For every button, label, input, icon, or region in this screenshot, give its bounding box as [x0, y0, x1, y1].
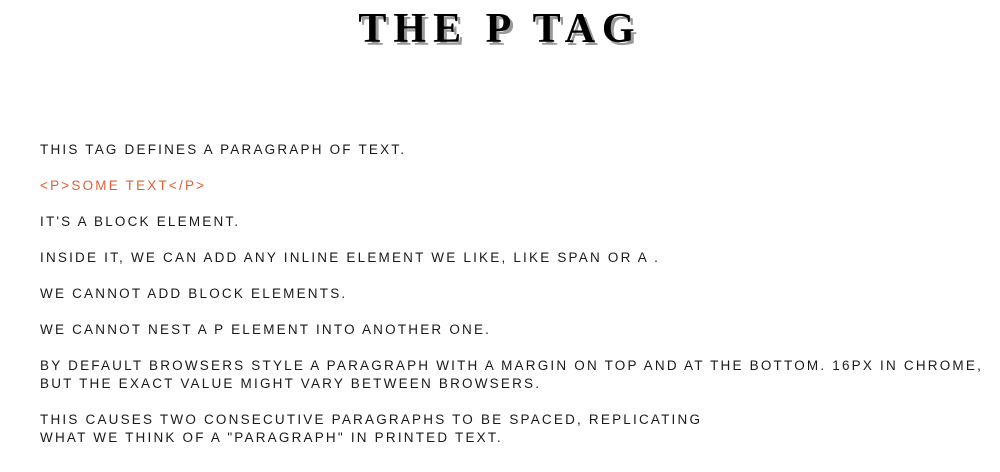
paragraph-block-element: IT'S A BLOCK ELEMENT.	[40, 214, 241, 229]
paragraph-line: WHAT WE THINK OF A "PARAGRAPH" IN PRINTE…	[40, 430, 503, 445]
paragraph-definition: THIS TAG DEFINES A PARAGRAPH OF TEXT.	[40, 142, 407, 157]
page-title: THE P TAG	[358, 6, 642, 52]
paragraph-spacing-effect: THIS CAUSES TWO CONSECUTIVE PARAGRAPHS T…	[40, 411, 996, 447]
paragraph-no-nesting: WE CANNOT NEST A P ELEMENT INTO ANOTHER …	[40, 322, 492, 337]
paragraph-line: BY DEFAULT BROWSERS STYLE A PARAGRAPH WI…	[40, 358, 984, 373]
paragraph-line: BUT THE EXACT VALUE MIGHT VARY BETWEEN B…	[40, 376, 542, 391]
paragraph-no-block: WE CANNOT ADD BLOCK ELEMENTS.	[40, 286, 348, 301]
paragraph-default-margin: BY DEFAULT BROWSERS STYLE A PARAGRAPH WI…	[40, 357, 996, 393]
paragraph-line: THIS CAUSES TWO CONSECUTIVE PARAGRAPHS T…	[40, 412, 703, 427]
code-example: <P>SOME TEXT</P>	[40, 178, 207, 193]
article-body: THIS TAG DEFINES A PARAGRAPH OF TEXT. <P…	[40, 141, 996, 447]
paragraph-inline-elements: INSIDE IT, WE CAN ADD ANY INLINE ELEMENT…	[40, 250, 661, 265]
